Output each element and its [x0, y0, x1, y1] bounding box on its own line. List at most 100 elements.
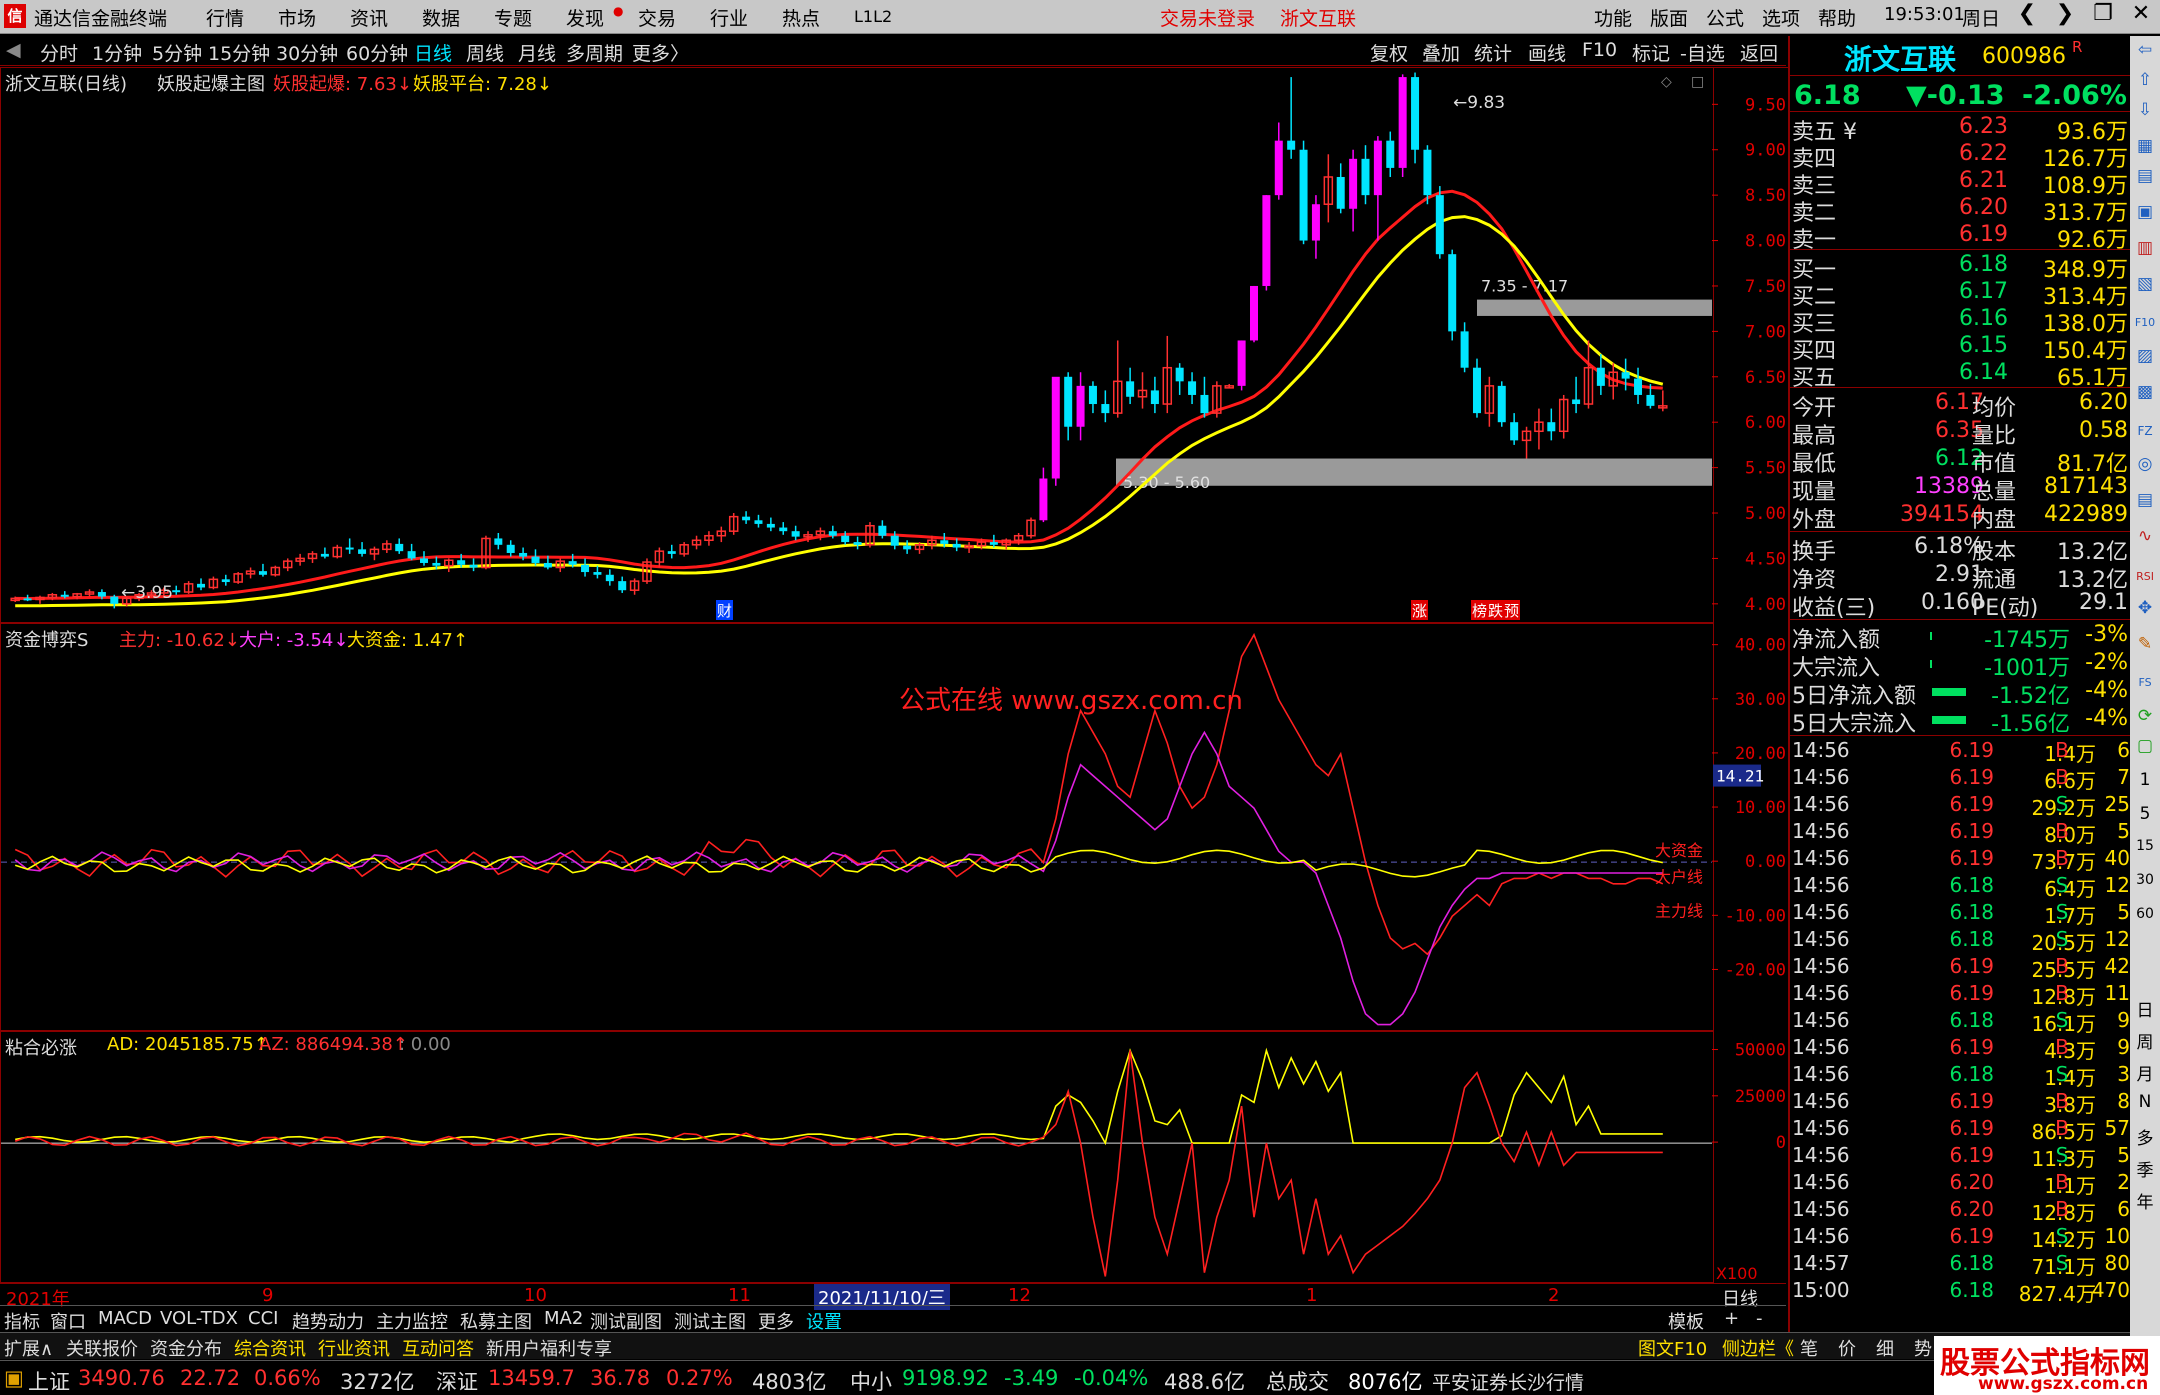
tool-adjust[interactable]: 复权: [1370, 39, 1408, 66]
period-1min[interactable]: 1分钟: [92, 39, 142, 66]
menu-quotes[interactable]: 行情: [206, 4, 244, 31]
sidebar-circle-icon[interactable]: ◎: [2133, 454, 2157, 474]
menu-layout[interactable]: 版面: [1650, 4, 1688, 31]
period-weekly[interactable]: 周线: [466, 39, 504, 66]
tab-price[interactable]: 价: [1838, 1335, 1856, 1361]
sidebar-board-icon[interactable]: ▨: [2133, 346, 2157, 366]
sidebar-page-icon[interactable]: ▢: [2133, 736, 2157, 756]
sz-index-name[interactable]: 深证: [436, 1366, 478, 1395]
menu-news[interactable]: 资讯: [350, 4, 388, 31]
menu-function[interactable]: 功能: [1594, 4, 1632, 31]
status-menu-icon[interactable]: ▣: [4, 1366, 24, 1390]
period-60min[interactable]: 60分钟: [346, 39, 408, 66]
tab-settings[interactable]: 设置: [806, 1308, 842, 1334]
tool-draw[interactable]: 画线: [1528, 39, 1566, 66]
converge-chart[interactable]: [1, 1032, 1712, 1282]
main-price-chart[interactable]: 5.30 - 5.60 7.35 - 7.17 ←9.83 ←3.95 财 涨 榜跌预 ◇ □: [1, 68, 1712, 622]
menu-hot[interactable]: 热点: [782, 4, 820, 31]
tab-test-main[interactable]: 测试主图: [674, 1308, 746, 1334]
sme-index-name[interactable]: 中小: [850, 1366, 892, 1395]
sidebar-pen-icon[interactable]: ✎: [2133, 634, 2157, 654]
tab-trend[interactable]: 趋势动力: [292, 1308, 364, 1334]
sidebar-period-month[interactable]: 月: [2133, 1060, 2157, 1085]
period-30min[interactable]: 30分钟: [276, 39, 338, 66]
tab-detail[interactable]: 细: [1876, 1335, 1894, 1361]
tab-cci[interactable]: CCI: [248, 1308, 278, 1329]
sidebar-list-icon[interactable]: ▩: [2133, 382, 2157, 402]
sidebar-rsi-icon[interactable]: RSI: [2133, 570, 2157, 583]
tab-general-news[interactable]: 综合资讯: [234, 1335, 306, 1361]
sidebar-table-icon[interactable]: ▤: [2133, 166, 2157, 186]
tick-list[interactable]: 14:56 6.19 1.4万 B 6 14:56 6.19 6.6万 B 7 14:56 6.19 2…: [1790, 738, 2132, 1348]
tool-overlay[interactable]: 叠加: [1422, 39, 1460, 66]
tab-trend-view[interactable]: 势: [1914, 1335, 1932, 1361]
sidebar-up-icon[interactable]: ⇧: [2133, 70, 2157, 90]
sidebar-arrow-icon[interactable]: ⇦: [2133, 40, 2157, 60]
back-icon[interactable]: ❮: [2008, 1, 2046, 26]
tab-test-sub[interactable]: 测试副图: [590, 1308, 662, 1334]
period-multi[interactable]: 多周期: [566, 39, 623, 66]
sidebar-chart-icon[interactable]: ▣: [2133, 202, 2157, 222]
tool-watchlist[interactable]: -自选: [1680, 39, 1725, 66]
trade-login-status[interactable]: 交易未登录: [1160, 4, 1255, 31]
menu-data[interactable]: 数据: [422, 4, 460, 31]
sidebar-min-60[interactable]: 60: [2133, 906, 2157, 922]
sidebar-news-icon[interactable]: ▧: [2133, 274, 2157, 294]
sidebar-min-30[interactable]: 30: [2133, 872, 2157, 888]
tab-add[interactable]: +: [1724, 1308, 1739, 1329]
sidebar-down-icon[interactable]: ⇩: [2133, 100, 2157, 120]
collapse-icon[interactable]: ◀: [6, 39, 21, 61]
period-more[interactable]: 更多〉: [632, 39, 689, 66]
sidebar-fz-icon[interactable]: FZ: [2133, 424, 2157, 438]
period-15min[interactable]: 15分钟: [208, 39, 270, 66]
tab-sidebar[interactable]: 侧边栏《: [1722, 1335, 1794, 1361]
tab-indicator[interactable]: 指标: [4, 1308, 40, 1334]
tab-brush[interactable]: 笔: [1800, 1335, 1818, 1361]
tool-return[interactable]: 返回: [1740, 39, 1778, 66]
tab-industry-news[interactable]: 行业资讯: [318, 1335, 390, 1361]
tab-macd[interactable]: MACD: [98, 1308, 152, 1329]
menu-topics[interactable]: 专题: [494, 4, 532, 31]
sidebar-period-quarter[interactable]: 季: [2133, 1156, 2157, 1181]
tool-mark[interactable]: 标记: [1632, 39, 1670, 66]
tab-qa[interactable]: 互动问答: [402, 1335, 474, 1361]
tab-fund-distribution[interactable]: 资金分布: [150, 1335, 222, 1361]
sidebar-refresh-icon[interactable]: ⟳: [2133, 706, 2157, 726]
sidebar-period-n[interactable]: N: [2133, 1092, 2157, 1112]
sidebar-period-day[interactable]: 日: [2133, 996, 2157, 1021]
menu-formula[interactable]: 公式: [1706, 4, 1744, 31]
menu-trade[interactable]: 交易: [638, 4, 676, 31]
sidebar-min-5[interactable]: 5: [2133, 804, 2157, 824]
period-daily[interactable]: 日线: [414, 39, 452, 66]
sidebar-fs-icon[interactable]: FS: [2133, 676, 2157, 689]
sidebar-period-year[interactable]: 年: [2133, 1188, 2157, 1213]
tab-window[interactable]: 窗口: [50, 1308, 86, 1334]
sidebar-period-week[interactable]: 周: [2133, 1028, 2157, 1053]
menu-help[interactable]: 帮助: [1818, 4, 1856, 31]
tab-expand[interactable]: 扩展∧: [4, 1335, 53, 1361]
sidebar-candle-icon[interactable]: ▥: [2133, 238, 2157, 258]
tab-template[interactable]: 模板: [1668, 1308, 1704, 1334]
period-5min[interactable]: 5分钟: [152, 39, 202, 66]
tab-new-user[interactable]: 新用户福利专享: [486, 1335, 612, 1361]
tab-private-main[interactable]: 私募主图: [460, 1308, 532, 1334]
tab-ma2[interactable]: MA2: [544, 1308, 583, 1329]
tab-f10[interactable]: 图文F10: [1638, 1335, 1707, 1361]
sidebar-period-multi[interactable]: 多: [2133, 1124, 2157, 1149]
sidebar-f10-icon[interactable]: F10: [2133, 316, 2157, 329]
sidebar-move-icon[interactable]: ✥: [2133, 598, 2157, 618]
tool-f10[interactable]: F10: [1582, 39, 1617, 61]
menu-market[interactable]: 市场: [278, 4, 316, 31]
sidebar-min-15[interactable]: 15: [2133, 838, 2157, 854]
tab-main-monitor[interactable]: 主力监控: [376, 1308, 448, 1334]
tool-stats[interactable]: 统计: [1474, 39, 1512, 66]
sidebar-wave-icon[interactable]: ∿: [2133, 526, 2157, 546]
sidebar-doc-icon[interactable]: ▤: [2133, 490, 2157, 510]
sidebar-grid-icon[interactable]: ▦: [2133, 136, 2157, 156]
forward-icon[interactable]: ❯: [2046, 1, 2084, 26]
tab-related-quotes[interactable]: 关联报价: [66, 1335, 138, 1361]
menu-discover[interactable]: 发现: [566, 4, 604, 31]
capital-game-chart[interactable]: 大资金大户线主力线: [1, 624, 1712, 1030]
menu-options[interactable]: 选项: [1762, 4, 1800, 31]
tab-vol[interactable]: VOL-TDX: [160, 1308, 238, 1329]
